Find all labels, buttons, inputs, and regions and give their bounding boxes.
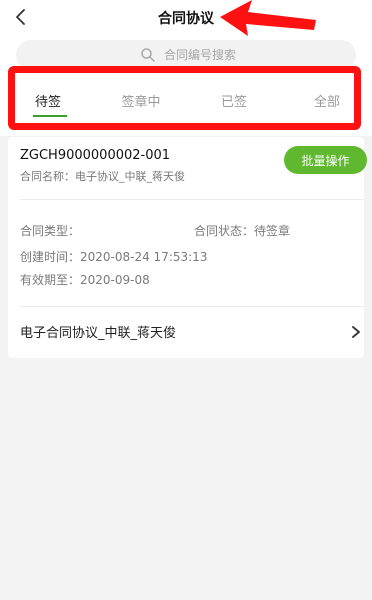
tab-pending[interactable]: 待签 bbox=[18, 91, 78, 110]
card-divider bbox=[20, 199, 364, 200]
chevron-right-icon bbox=[352, 326, 360, 338]
search-icon bbox=[141, 48, 155, 62]
page-title: 合同协议 bbox=[158, 11, 214, 27]
contract-name: 合同名称：电子协议_中联_蒋天俊 bbox=[20, 170, 185, 183]
tab-all[interactable]: 全部 bbox=[297, 91, 357, 110]
contract-type: 合同类型： bbox=[20, 224, 81, 238]
tab-bar: 待签 签章中 已签 全部 bbox=[8, 66, 361, 130]
valid-until: 有效期至：2020-09-08 bbox=[20, 273, 150, 287]
contract-card: ZGCH9000000002-001 合同名称：电子协议_中联_蒋天俊 批量操作… bbox=[8, 137, 367, 358]
card-divider bbox=[20, 306, 364, 307]
tab-signed[interactable]: 已签 bbox=[204, 91, 264, 110]
created-time: 创建时间：2020-08-24 17:53:13 bbox=[20, 250, 208, 264]
top-bar: 合同协议 bbox=[0, 0, 372, 36]
batch-operation-button[interactable]: 批量操作 bbox=[284, 146, 367, 174]
contract-number: ZGCH9000000002-001 bbox=[20, 148, 171, 163]
active-tab-indicator bbox=[33, 115, 67, 117]
contract-document-row[interactable]: 电子合同协议_中联_蒋天俊 bbox=[8, 309, 364, 353]
contract-document-title: 电子合同协议_中联_蒋天俊 bbox=[20, 326, 177, 341]
contract-status: 合同状态：待签章 bbox=[194, 224, 291, 238]
tab-signing[interactable]: 签章中 bbox=[111, 91, 171, 110]
